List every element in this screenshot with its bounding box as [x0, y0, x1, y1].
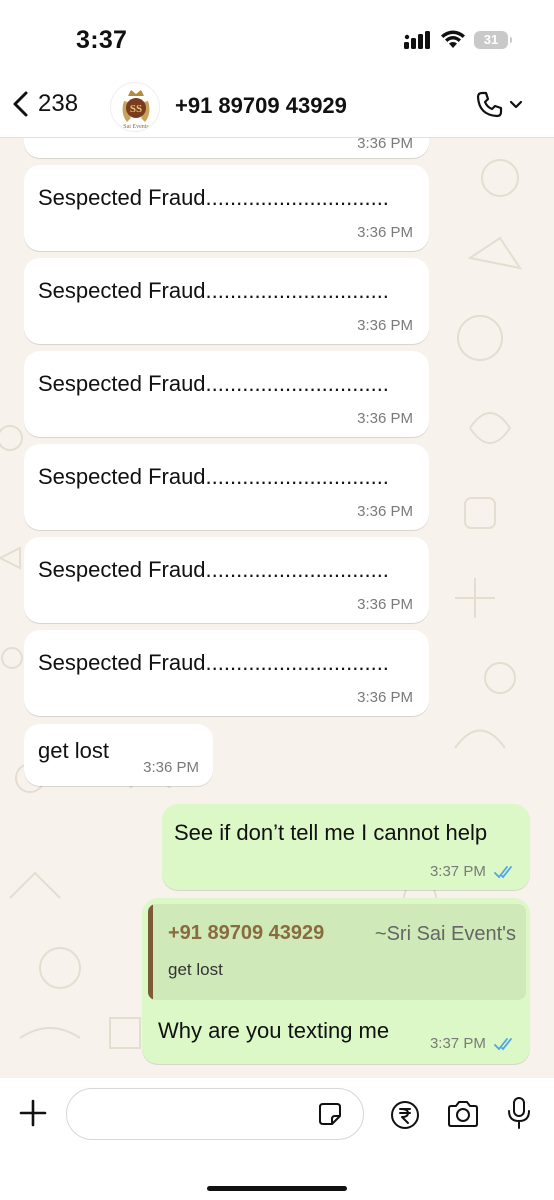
signal-icon — [404, 31, 430, 49]
contact-name[interactable]: +91 89709 43929 — [175, 93, 347, 119]
message-bubble-outgoing-reply[interactable]: +91 89709 43929 ~Sri Sai Event's get los… — [142, 898, 530, 1064]
message-time: 3:36 PM — [357, 503, 413, 520]
message-text: Why are you texting me — [158, 1018, 390, 1043]
back-button[interactable]: 238 — [10, 90, 78, 118]
message-text: Sespected Fraud.........................… — [38, 650, 389, 675]
sticker-icon — [319, 1103, 341, 1125]
attach-button[interactable] — [18, 1098, 48, 1133]
status-bar: 3:37 31 — [0, 0, 554, 78]
status-time: 3:37 — [76, 26, 128, 54]
message-time: 3:36 PM — [357, 596, 413, 613]
call-button[interactable] — [474, 90, 524, 120]
sticker-button[interactable] — [318, 1102, 342, 1131]
camera-button[interactable] — [446, 1100, 480, 1133]
chevron-down-icon — [509, 100, 523, 109]
battery-indicator: 31 — [474, 31, 512, 49]
quote-text: get lost — [168, 960, 223, 979]
home-indicator — [207, 1186, 347, 1191]
plus-icon — [19, 1099, 47, 1127]
chat-header: 238 SS Sai Events +91 89709 43929 — [0, 78, 554, 138]
logo-lettering: Sai Events — [123, 124, 149, 130]
message-time: 3:36 PM — [357, 689, 413, 706]
chat-area[interactable]: 3:36 PM Sespected Fraud.................… — [0, 138, 554, 1078]
payment-button[interactable] — [390, 1100, 420, 1135]
message-time-label: 3:37 PM — [429, 1035, 486, 1052]
message-text: get lost — [38, 738, 109, 763]
rupee-icon — [391, 1101, 419, 1129]
back-chevron-icon — [13, 91, 28, 117]
message-text: Sespected Fraud.........................… — [38, 557, 389, 582]
input-bar — [0, 1078, 554, 1200]
avatar[interactable]: SS Sai Events — [110, 82, 160, 132]
message-time: 3:37 PM — [430, 1035, 516, 1052]
message-time: 3:37 PM — [430, 863, 516, 880]
message-text: See if don’t tell me I cannot help — [174, 820, 488, 845]
mic-icon — [508, 1097, 530, 1129]
message-text: Sespected Fraud.........................… — [38, 278, 389, 303]
message-time: 3:36 PM — [357, 410, 413, 427]
camera-icon — [448, 1101, 478, 1127]
message-text: Sespected Fraud.........................… — [38, 371, 389, 396]
message-time: 3:36 PM — [357, 224, 413, 241]
quoted-message[interactable]: +91 89709 43929 ~Sri Sai Event's get los… — [148, 904, 526, 1000]
message-bubble-incoming[interactable]: Sespected Fraud.........................… — [24, 444, 429, 530]
message-bubble-incoming[interactable]: Sespected Fraud.........................… — [24, 537, 429, 623]
sai-events-logo: SS Sai Events — [122, 90, 150, 130]
message-bubble-incoming[interactable]: Sespected Fraud.........................… — [24, 630, 429, 716]
mic-button[interactable] — [506, 1096, 532, 1135]
message-bubble-incoming[interactable]: Sespected Fraud.........................… — [24, 351, 429, 437]
message-bubble-incoming[interactable]: Sespected Fraud.........................… — [24, 258, 429, 344]
message-time-label: 3:37 PM — [429, 863, 486, 880]
message-text: Sespected Fraud.........................… — [38, 185, 389, 210]
message-text: Sespected Fraud.........................… — [38, 464, 389, 489]
wifi-icon — [441, 30, 465, 48]
message-bubble-partial[interactable]: 3:36 PM — [24, 138, 429, 158]
phone-icon — [476, 91, 503, 118]
message-time: 3:36 PM — [357, 138, 413, 152]
message-time: 3:36 PM — [357, 317, 413, 334]
quote-sender-number: +91 89709 43929 — [168, 922, 325, 944]
quote-accent-bar — [148, 904, 153, 1000]
double-check-icon — [494, 1038, 512, 1051]
message-bubble-incoming[interactable]: get lost 3:36 PM — [24, 724, 213, 786]
svg-text:SS: SS — [130, 103, 142, 115]
double-check-icon — [494, 866, 512, 879]
message-time: 3:36 PM — [143, 759, 199, 776]
unread-count: 238 — [38, 90, 79, 117]
message-bubble-incoming[interactable]: Sespected Fraud.........................… — [24, 165, 429, 251]
status-icons: 31 — [404, 30, 512, 50]
quote-sender-pushname: ~Sri Sai Event's — [374, 923, 516, 945]
message-bubble-outgoing[interactable]: See if don’t tell me I cannot help 3:37 … — [162, 804, 530, 890]
